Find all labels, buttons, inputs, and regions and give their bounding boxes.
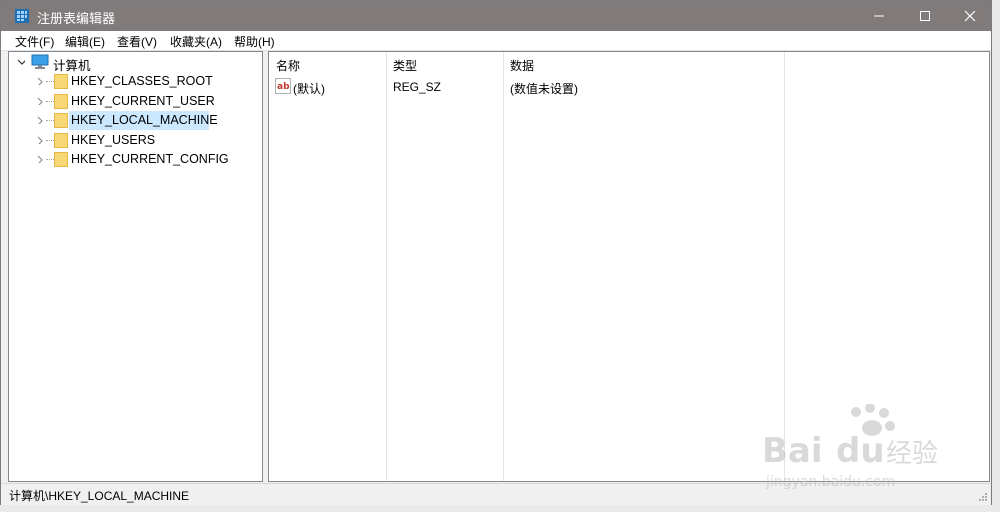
tree-connector — [46, 140, 54, 141]
chevron-right-icon[interactable] — [36, 136, 44, 144]
tree-item-label: HKEY_CURRENT_CONFIG — [71, 152, 229, 166]
svg-text:du: du — [836, 431, 885, 471]
baidu-paw-logo: Bai du 经验 jingyan.baidu.com — [762, 403, 938, 490]
chevron-right-icon[interactable] — [36, 116, 44, 124]
menu-edit[interactable]: 编辑(E) — [65, 33, 105, 50]
svg-text:ab: ab — [277, 82, 290, 92]
maximize-button[interactable] — [902, 1, 948, 31]
tree-item-label: HKEY_CURRENT_USER — [71, 94, 215, 108]
svg-text:Bai: Bai — [762, 431, 823, 471]
menu-help[interactable]: 帮助(H) — [234, 33, 275, 50]
string-value-icon: ab — [275, 78, 291, 94]
tree-connector — [46, 120, 54, 121]
svg-text:jingyan.baidu.com: jingyan.baidu.com — [765, 474, 895, 490]
tree-item-hkcu[interactable]: HKEY_CURRENT_USER — [9, 92, 259, 111]
key-tree[interactable]: 计算机 HKEY_CLASSES_ROOT HKEY_CURRENT_USER … — [8, 51, 263, 482]
column-divider[interactable] — [503, 52, 504, 481]
tree-item-computer[interactable]: 计算机 — [9, 53, 259, 73]
column-header-name[interactable]: 名称 — [269, 52, 386, 74]
close-icon — [964, 10, 976, 22]
status-path: 计算机\HKEY_LOCAL_MACHINE — [9, 489, 190, 503]
tree-item-label: HKEY_USERS — [71, 133, 156, 147]
tree-item-label: HKEY_LOCAL_MACHINE — [71, 113, 218, 127]
folder-icon — [54, 152, 68, 167]
value-type: REG_SZ — [393, 80, 442, 94]
column-type-label: 类型 — [393, 59, 418, 73]
tree-connector — [46, 101, 54, 102]
chevron-right-icon[interactable] — [36, 97, 44, 105]
menu-view[interactable]: 查看(V) — [117, 33, 157, 50]
tree-item-hku[interactable]: HKEY_USERS — [9, 131, 259, 150]
chevron-right-icon[interactable] — [36, 155, 44, 163]
folder-icon — [54, 133, 68, 148]
tree-item-label: HKEY_CLASSES_ROOT — [71, 74, 213, 88]
chevron-down-icon[interactable] — [17, 57, 25, 65]
resize-grip-icon[interactable] — [978, 492, 988, 502]
folder-icon — [54, 74, 68, 89]
menu-file[interactable]: 文件(F) — [15, 33, 54, 50]
svg-text:经验: 经验 — [886, 439, 938, 469]
window-title: 注册表编辑器 — [37, 11, 116, 26]
baidu-jingyan-watermark: Bai du 经验 jingyan.baidu.com — [752, 403, 952, 494]
menu-bar: 文件(F) 编辑(E) 查看(V) 收藏夹(A) 帮助(H) — [1, 31, 991, 51]
menu-favorites[interactable]: 收藏夹(A) — [170, 33, 222, 50]
computer-icon — [31, 54, 49, 69]
registry-editor-icon — [15, 9, 29, 23]
column-name-label: 名称 — [276, 59, 301, 73]
maximize-icon — [920, 11, 930, 21]
column-header-data[interactable]: 数据 — [504, 52, 784, 74]
tree-connector — [46, 81, 54, 82]
folder-icon — [54, 113, 68, 128]
value-data: (数值未设置) — [510, 82, 578, 96]
column-data-label: 数据 — [510, 59, 535, 73]
folder-icon — [54, 94, 68, 109]
title-bar[interactable]: 注册表编辑器 — [1, 1, 991, 31]
minimize-icon — [874, 15, 884, 17]
column-header-type[interactable]: 类型 — [387, 52, 503, 74]
list-item[interactable]: ab (默认) REG_SZ (数值未设置) — [269, 78, 784, 97]
value-name: (默认) — [293, 82, 325, 96]
close-button[interactable] — [947, 1, 993, 31]
tree-connector — [46, 159, 54, 160]
minimize-button[interactable] — [856, 1, 902, 31]
tree-item-hklm[interactable]: HKEY_LOCAL_MACHINE — [9, 111, 259, 130]
tree-item-hkcr[interactable]: HKEY_CLASSES_ROOT — [9, 72, 259, 91]
column-divider[interactable] — [386, 52, 387, 481]
chevron-right-icon[interactable] — [36, 77, 44, 85]
tree-item-hkcc[interactable]: HKEY_CURRENT_CONFIG — [9, 150, 259, 169]
